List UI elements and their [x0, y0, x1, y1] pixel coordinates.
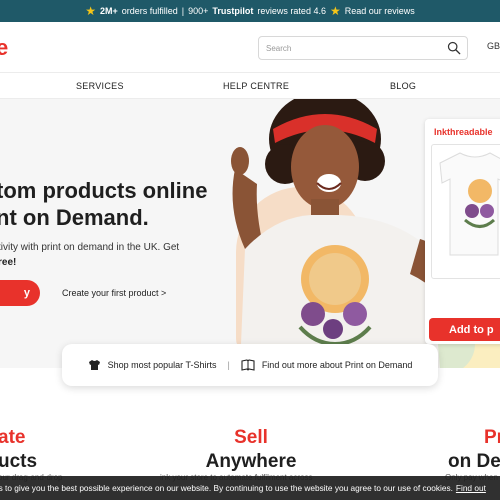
hero-cta-button[interactable]: y: [0, 280, 40, 306]
hero-title-line: tom products online: [0, 178, 208, 203]
nav-services[interactable]: SERVICES: [76, 81, 124, 91]
feature-print: Pr on De: [448, 426, 500, 474]
cookie-find-out-link[interactable]: Find out: [456, 483, 486, 493]
hero-title: tom products online nt on Demand.: [0, 177, 207, 231]
feature-create: ate ucts: [0, 426, 37, 474]
feature-title: ucts: [0, 451, 38, 472]
hero-description-line: tivity with print on demand in the UK. G…: [0, 242, 180, 253]
hero-description: tivity with print on demand in the UK. G…: [0, 240, 179, 270]
feature-title-accent: Pr: [484, 427, 500, 448]
cookie-banner: kies to give you the best possible exper…: [0, 476, 500, 500]
search-input[interactable]: [259, 37, 439, 59]
add-to-product-button[interactable]: Add to p: [429, 318, 500, 341]
nav-blog[interactable]: BLOG: [390, 81, 416, 91]
create-product-link[interactable]: Create your first product >: [62, 288, 166, 298]
feature-title: Anywhere: [205, 451, 297, 472]
feature-title: on De: [448, 451, 500, 472]
announcement-bar: ★ 2M+ orders fulfilled | 900+ Trustpilot…: [0, 0, 500, 22]
topbar-separator: |: [181, 6, 185, 16]
feature-title-accent: Sell: [234, 427, 268, 448]
star-icon: ★: [329, 4, 341, 18]
currency-selector[interactable]: GBP: [487, 41, 500, 51]
feature-sell: Sell Anywhere: [196, 426, 306, 474]
book-icon: [241, 359, 255, 371]
feature-title-accent: ate: [0, 427, 26, 448]
trustpilot-label: Trustpilot: [212, 6, 254, 16]
shortcut-bar: Shop most popular T-Shirts | Find out mo…: [62, 344, 438, 386]
tshirt-icon: [88, 360, 100, 370]
orders-count: 2M+: [100, 6, 118, 16]
shop-tshirts-link[interactable]: Shop most popular T-Shirts: [108, 360, 217, 370]
hero-section: tom products online nt on Demand. tivity…: [0, 99, 500, 368]
hero-title-line: nt on Demand.: [0, 205, 149, 230]
site-header: e GBP: [0, 22, 500, 72]
read-reviews-link[interactable]: Read our reviews: [345, 6, 415, 16]
main-nav: SERVICES HELP CENTRE BLOG: [0, 72, 500, 99]
search-box[interactable]: [258, 36, 468, 60]
print-on-demand-link[interactable]: Find out more about Print on Demand: [262, 360, 413, 370]
orders-text: orders fulfilled: [121, 6, 178, 16]
rating-text: reviews rated 4.6: [257, 6, 326, 16]
card-brand-label: Inkthreadable: [434, 127, 493, 137]
tshirt-preview-image: [431, 144, 500, 279]
hero-description-line: ree!: [0, 257, 17, 268]
shortcut-separator: |: [227, 360, 230, 370]
star-icon: ★: [85, 4, 96, 18]
product-preview-card: Inkthreadable Add to p: [425, 119, 500, 344]
nav-help-centre[interactable]: HELP CENTRE: [223, 81, 289, 91]
tshirt-icon: [439, 152, 500, 256]
reviews-count: 900+: [188, 6, 209, 16]
search-icon[interactable]: [447, 41, 461, 55]
logo[interactable]: e: [0, 35, 8, 61]
cookie-text: kies to give you the best possible exper…: [0, 483, 453, 493]
